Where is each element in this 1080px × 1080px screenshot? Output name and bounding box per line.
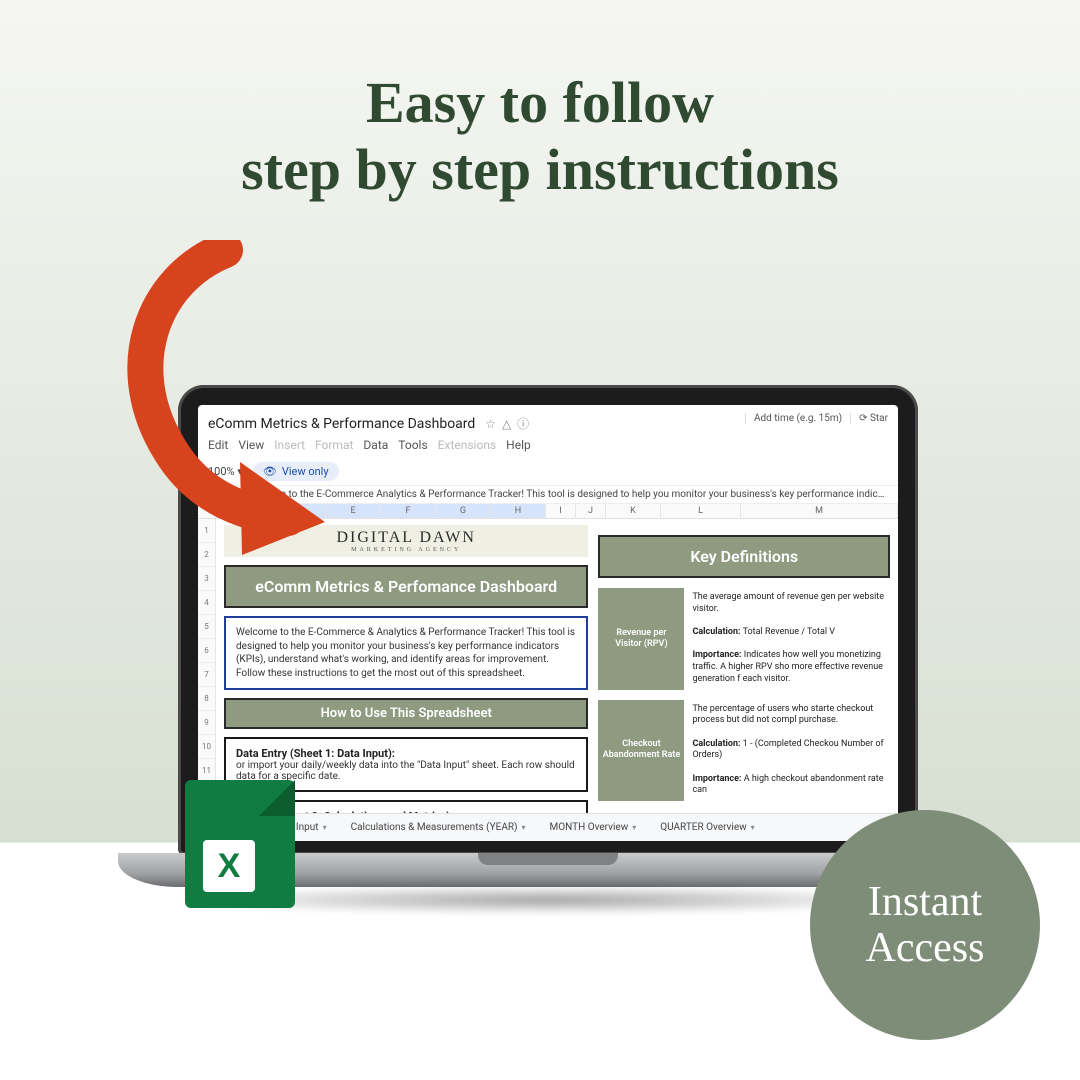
right-title-band: Key Definitions: [598, 535, 890, 578]
menu-help[interactable]: Help: [506, 438, 531, 452]
col-l[interactable]: L: [661, 504, 741, 518]
howto-band: How to Use This Spreadsheet: [224, 698, 588, 729]
definition-checkout: Checkout Abandonment Rate The percentage…: [598, 700, 890, 802]
def2-body: The percentage of users who starte check…: [690, 700, 890, 802]
left-title-band: eComm Metrics & Perfomance Dashboard: [224, 565, 588, 608]
row-8[interactable]: 8: [198, 687, 215, 711]
excel-file-icon: X: [185, 780, 295, 908]
headline-line1: Easy to follow: [366, 70, 714, 135]
def2-label: Checkout Abandonment Rate: [598, 700, 684, 802]
row-6[interactable]: 6: [198, 639, 215, 663]
promo-headline: Easy to follow step by step instructions: [0, 70, 1080, 203]
star-pill[interactable]: ⟳ Star: [850, 413, 888, 424]
welcome-box: Welcome to the E-Commerce & Analytics & …: [224, 616, 588, 690]
col-m[interactable]: M: [741, 504, 898, 518]
brand-name: DIGITAL DAWN: [336, 529, 475, 546]
row-4[interactable]: 4: [198, 591, 215, 615]
instant-access-text: Instant Access: [810, 879, 1040, 971]
row-7[interactable]: 7: [198, 663, 215, 687]
row-gutter: 1 2 3 4 5 6 7 8 9 10 11: [198, 519, 216, 805]
tab-month[interactable]: MONTH Overview▾: [540, 818, 647, 837]
def1-label: Revenue per Visitor (RPV): [598, 588, 684, 690]
doc-title-icons: ☆ △ ⓘ: [485, 415, 529, 432]
headline-line2: step by step instructions: [241, 137, 839, 202]
row-9[interactable]: 9: [198, 711, 215, 735]
col-k[interactable]: K: [606, 504, 661, 518]
col-i[interactable]: I: [546, 504, 576, 518]
arrow-graphic: [90, 240, 350, 560]
menu-data[interactable]: Data: [363, 438, 388, 452]
col-g[interactable]: G: [436, 504, 491, 518]
sheet-tabs: HERE▾ Data Input▾ Calculations & Measure…: [198, 813, 898, 841]
sheet-content: DIGITAL DAWN MARKETING AGENCY eComm Metr…: [216, 519, 898, 805]
laptop-notch: [478, 853, 618, 865]
col-h[interactable]: H: [491, 504, 546, 518]
definition-rpv: Revenue per Visitor (RPV) The average am…: [598, 588, 890, 690]
menu-extensions[interactable]: Extensions: [438, 438, 496, 452]
step1-body: or import your daily/weekly data into th…: [236, 760, 576, 782]
row-5[interactable]: 5: [198, 615, 215, 639]
col-f[interactable]: F: [381, 504, 436, 518]
instant-access-badge: Instant Access: [810, 810, 1040, 1040]
tab-calculations[interactable]: Calculations & Measurements (YEAR)▾: [341, 818, 536, 837]
excel-letter: X: [203, 840, 255, 892]
sheet-body: 1 2 3 4 5 6 7 8 9 10 11 DI: [198, 519, 898, 805]
tab-quarter[interactable]: QUARTER Overview▾: [650, 818, 764, 837]
row-3[interactable]: 3: [198, 567, 215, 591]
step1-title: Data Entry (Sheet 1: Data Input):: [236, 747, 576, 760]
row-10[interactable]: 10: [198, 735, 215, 759]
col-j[interactable]: J: [576, 504, 606, 518]
def1-body: The average amount of revenue gen per we…: [690, 588, 890, 690]
menu-tools[interactable]: Tools: [398, 438, 427, 452]
add-time-pill[interactable]: Add time (e.g. 15m): [745, 413, 842, 424]
